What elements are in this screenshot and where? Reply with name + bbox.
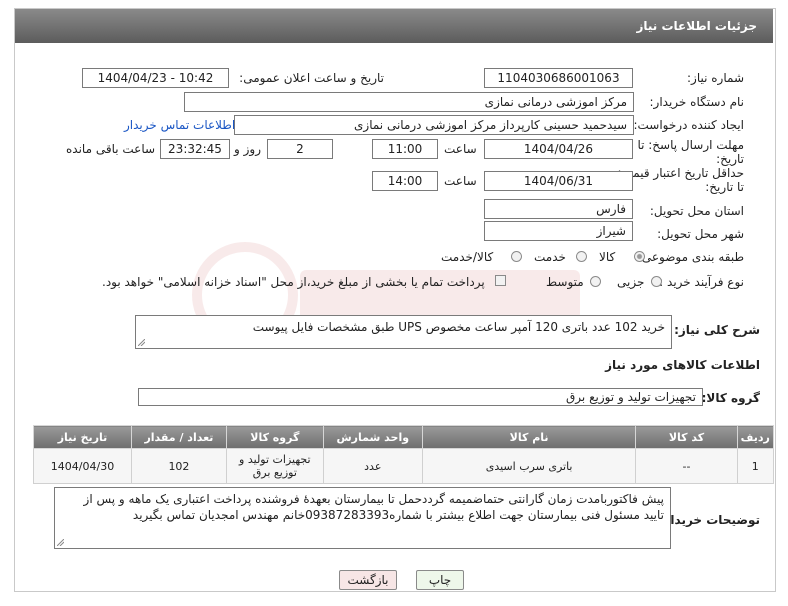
cell-goods-code: -- <box>635 448 738 484</box>
reply-deadline-label: مهلت ارسال پاسخ: تا <box>637 138 744 152</box>
remaining-time-label: ساعت باقی مانده <box>66 142 156 156</box>
buyer-notes-text: پیش فاکتوربامدت زمان گارانتی حتماضمیمه گ… <box>83 492 664 522</box>
category-label: طبقه بندی موضوعی: <box>637 250 744 264</box>
cell-goods-group: تجهیزات تولید و توزیع برق <box>225 448 324 484</box>
description-label: شرح کلی نیاز: <box>674 323 760 337</box>
need-number-label: شماره نیاز: <box>687 71 744 85</box>
goods-group-field: تجهیزات تولید و توزیع برق <box>138 388 703 406</box>
col-quantity: تعداد / مقدار <box>131 425 227 449</box>
goods-table-header: ردیف کد کالا نام کالا واحد شمارش گروه کا… <box>32 425 775 449</box>
cell-row-number: 1 <box>736 448 775 484</box>
col-need-date: تاریخ نیاز <box>32 425 133 449</box>
cell-goods-name: باتری سرب اسیدی <box>421 448 637 484</box>
province-label: استان محل تحویل: <box>649 204 744 218</box>
price-valid-date-field: 1404/06/31 <box>484 171 633 191</box>
treasury-checkbox[interactable] <box>495 275 506 286</box>
announce-datetime-field: 1404/04/23 - 10:42 <box>82 68 229 88</box>
price-valid-label: حداقل تاریخ اعتبار قیمت: <box>617 166 744 180</box>
page-header: جزئیات اطلاعات نیاز <box>15 9 773 43</box>
col-row-number: ردیف <box>736 425 775 449</box>
back-button[interactable]: بازگشت <box>339 570 397 590</box>
remaining-time-field: 23:32:45 <box>160 139 230 159</box>
process-option-medium: متوسط <box>546 275 584 289</box>
process-option-minor: جزیی <box>617 275 645 289</box>
days-label: روز و <box>234 142 261 156</box>
col-goods-name: نام کالا <box>421 425 637 449</box>
category-option-goods-service: کالا/خدمت <box>441 250 494 264</box>
treasury-note: پرداخت تمام یا بخشی از مبلغ خرید،از محل … <box>102 275 485 289</box>
col-goods-code: کد کالا <box>635 425 738 449</box>
reply-date-field: 1404/04/26 <box>484 139 633 159</box>
category-radio-goods[interactable] <box>634 251 645 262</box>
page-title: جزئیات اطلاعات نیاز <box>636 19 757 33</box>
print-button[interactable]: چاپ <box>416 570 464 590</box>
announce-datetime-label: تاریخ و ساعت اعلان عمومی: <box>239 71 384 85</box>
goods-table: ردیف کد کالا نام کالا واحد شمارش گروه کا… <box>32 425 775 484</box>
price-valid-time-label: ساعت <box>444 174 477 188</box>
col-unit: واحد شمارش <box>322 425 423 449</box>
city-field: شیراز <box>484 221 633 241</box>
goods-section-title: اطلاعات کالاهای مورد نیاز <box>605 358 760 372</box>
province-field: فارس <box>484 199 633 219</box>
reply-time-field: 11:00 <box>372 139 438 159</box>
days-remaining-field: 2 <box>267 139 333 159</box>
process-type-label: نوع فرآیند خرید : <box>659 275 744 289</box>
goods-group-label: گروه کالا: <box>701 391 760 405</box>
category-radio-goods-service[interactable] <box>511 251 522 262</box>
category-radio-service[interactable] <box>576 251 587 262</box>
buyer-contact-link[interactable]: اطلاعات تماس خریدار <box>124 118 235 132</box>
process-radio-minor[interactable] <box>651 276 662 287</box>
requester-label: ایجاد کننده درخواست: <box>633 118 744 132</box>
col-goods-group: گروه کالا <box>225 425 324 449</box>
need-number-field: 1104030686001063 <box>484 68 633 88</box>
buyer-org-field: مرکز اموزشی درمانی نمازی <box>184 92 634 112</box>
requester-field: سیدحمید حسینی کارپرداز مرکز اموزشی درمان… <box>234 115 634 135</box>
description-text: خرید 102 عدد باتری 120 آمپر ساعت مخصوص U… <box>252 320 665 334</box>
buyer-org-label: نام دستگاه خریدار: <box>649 95 745 109</box>
price-valid-time-field: 14:00 <box>372 171 438 191</box>
table-row: 1 -- باتری سرب اسیدی عدد تجهیزات تولید و… <box>32 448 775 484</box>
category-option-goods: کالا <box>599 250 616 264</box>
cell-need-date: 1404/04/30 <box>32 448 133 484</box>
category-option-service: خدمت <box>534 250 566 264</box>
resize-handle-icon[interactable] <box>57 539 64 546</box>
process-radio-medium[interactable] <box>590 276 601 287</box>
buyer-notes-label: توضیحات خریدار: <box>658 513 760 527</box>
description-textarea: خرید 102 عدد باتری 120 آمپر ساعت مخصوص U… <box>135 315 672 349</box>
price-valid-label-2: تا تاریخ: <box>705 180 744 194</box>
reply-deadline-label-2: تاریخ: <box>716 152 744 166</box>
city-label: شهر محل تحویل: <box>657 227 744 241</box>
resize-handle-icon[interactable] <box>138 339 145 346</box>
buyer-notes-textarea: پیش فاکتوربامدت زمان گارانتی حتماضمیمه گ… <box>54 487 671 549</box>
cell-unit: عدد <box>322 448 423 484</box>
reply-time-label: ساعت <box>444 142 477 156</box>
cell-quantity: 102 <box>131 448 227 484</box>
